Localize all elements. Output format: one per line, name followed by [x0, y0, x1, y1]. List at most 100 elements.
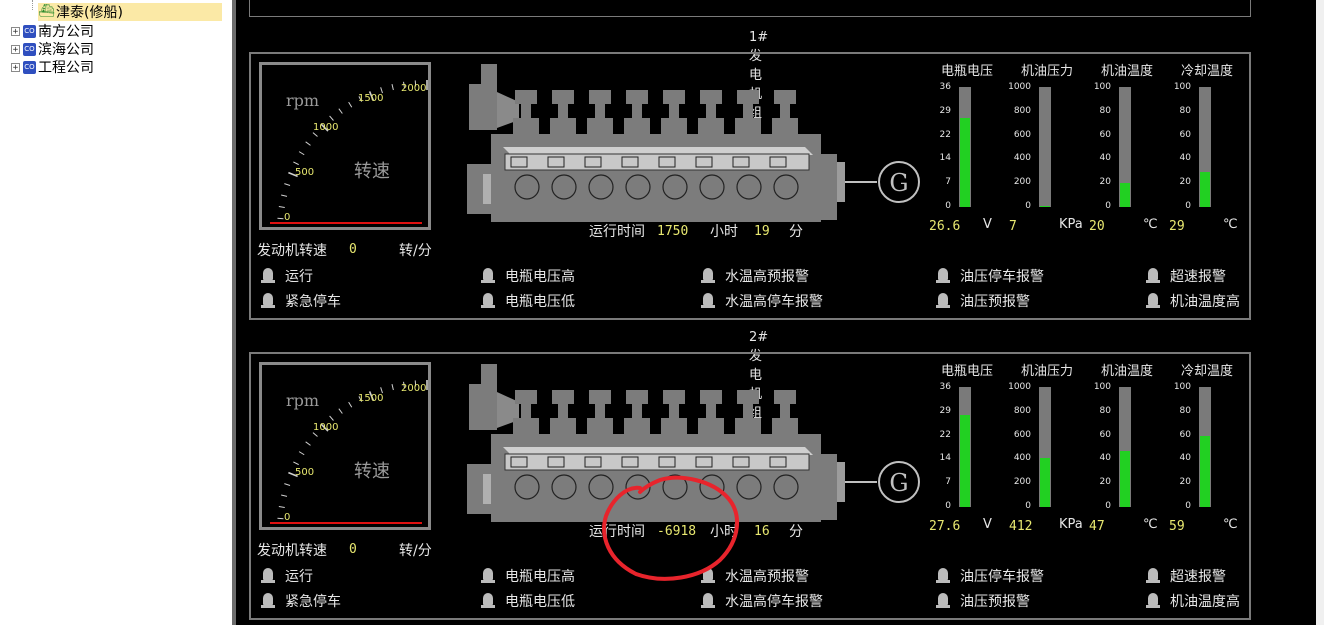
run-time-label: 运行时间	[589, 224, 645, 240]
engine-part	[837, 462, 845, 502]
gauge-tick	[278, 206, 285, 208]
speed-unit: 转/分	[399, 543, 432, 559]
tree-item-label: 南方公司	[38, 24, 94, 40]
cylinder-head	[698, 118, 724, 134]
rpm-gauge: rpm 转速 0 500 1000 1500 2000	[259, 362, 431, 530]
scale-label: 80	[1099, 405, 1111, 416]
hours-label: 小时	[710, 524, 738, 540]
rpm-gauge: rpm 转速 0 500 1000 1500 2000	[259, 62, 431, 230]
indicator-title: 电瓶电压	[941, 64, 994, 79]
gauge-tick	[284, 483, 291, 486]
alarm-bell-icon	[1146, 568, 1160, 584]
level-bar	[1119, 387, 1131, 507]
cylinder-head	[552, 390, 574, 404]
generator-panel: rpm 转速 0 500 1000 1500 2000 G 发动机转速 0 转/…	[249, 352, 1251, 620]
alarm-indicator: 紧急停车	[261, 591, 341, 611]
alarm-bell-icon	[1146, 293, 1160, 309]
indicator-title: 机油温度	[1101, 364, 1154, 379]
alarm-bell-icon	[481, 568, 495, 584]
scrollbar[interactable]	[1316, 0, 1324, 625]
alarm-bell-icon	[261, 293, 275, 309]
expand-icon[interactable]: +	[11, 26, 20, 36]
level-fill	[1040, 206, 1050, 207]
engine-part	[821, 454, 837, 510]
gauge-tick	[312, 432, 318, 437]
level-fill	[960, 415, 970, 507]
expand-icon[interactable]: +	[11, 62, 20, 72]
alarm-indicator: 水温高停车报警	[701, 591, 823, 611]
alarm-bell-icon	[261, 593, 275, 609]
alarm-bell-icon	[701, 268, 715, 284]
splitter[interactable]	[232, 0, 236, 625]
alarm-bell-icon	[701, 293, 715, 309]
scale-label: 0	[1105, 201, 1111, 211]
tick-label: 0	[284, 512, 291, 523]
alarm-bell-icon	[481, 293, 495, 309]
indicator-value: 29	[1169, 219, 1185, 234]
engine-part	[469, 84, 497, 130]
ship-icon: ⛴	[38, 4, 55, 19]
rpm-label: rpm	[286, 91, 320, 110]
hours-label: 小时	[710, 224, 738, 240]
tick-label: 2000	[401, 383, 427, 394]
alarm-indicator: 紧急停车	[261, 291, 341, 311]
scale-label: 100	[1173, 382, 1191, 392]
scale-label: 14	[939, 153, 951, 164]
scale-label: 80	[1179, 405, 1191, 416]
alarm-label: 水温高预报警	[725, 569, 809, 585]
cylinder-head	[632, 404, 642, 418]
scale-label: 40	[1179, 153, 1191, 164]
alarm-label: 紧急停车	[285, 294, 341, 310]
scale-label: 40	[1099, 153, 1111, 164]
cylinder-head	[513, 418, 539, 434]
indicator-unit: V	[983, 217, 992, 232]
generator-panel: rpm 转速 0 500 1000 1500 2000 G 发动机转速 0 转/…	[249, 52, 1251, 320]
alarm-indicator: 电瓶电压低	[481, 591, 575, 611]
scale-label: 100	[1173, 82, 1191, 92]
company-icon: CO	[23, 42, 36, 56]
scale-label: 600	[1013, 129, 1031, 140]
cylinder-head	[780, 104, 790, 118]
cylinder-head	[735, 118, 761, 134]
expand-icon[interactable]: +	[11, 44, 20, 54]
run-hours-value: -6918	[657, 524, 697, 539]
alarm-indicator: 机油温度高	[1146, 591, 1240, 611]
alarm-bell-icon	[261, 268, 275, 284]
tree-item-gongcheng[interactable]: + CO 工程公司	[11, 58, 94, 76]
scale-label: 200	[1013, 477, 1031, 488]
tree-item-nanfang[interactable]: + CO 南方公司	[11, 22, 94, 40]
scale-label: 7	[945, 177, 951, 188]
alarm-indicator: 运行	[261, 266, 313, 286]
engine-part	[481, 364, 497, 384]
cylinder-head	[661, 118, 687, 134]
level-fill	[1200, 436, 1210, 507]
scale-label: 0	[1025, 501, 1031, 511]
alarm-bell-icon	[936, 293, 950, 309]
scale-label: 20	[1179, 177, 1191, 188]
cylinder-head	[774, 390, 796, 404]
alarm-bell-icon	[701, 568, 715, 584]
tree-item-label: 滨海公司	[38, 42, 94, 58]
gauge-tick	[329, 415, 334, 421]
indicator-title: 机油压力	[1021, 364, 1074, 379]
cylinder-head	[624, 118, 650, 134]
cylinder-head	[587, 418, 613, 434]
tree-item-jintai[interactable]: ⛴ 津泰(修船)	[38, 3, 222, 21]
gauge-tick	[348, 401, 353, 408]
engine-part	[469, 384, 497, 430]
scale-label: 20	[1099, 177, 1111, 188]
cylinder-head	[550, 418, 576, 434]
cylinder-head	[558, 404, 568, 418]
alarm-bell-icon	[701, 593, 715, 609]
cylinder-head	[663, 390, 685, 404]
level-bar	[1039, 87, 1051, 207]
alarm-label: 水温高停车报警	[725, 594, 823, 610]
tree-item-binhai[interactable]: + CO 滨海公司	[11, 40, 94, 58]
alarm-label: 油压停车报警	[960, 569, 1044, 585]
cylinder-head	[737, 390, 759, 404]
alarm-indicator: 水温高预报警	[701, 266, 809, 286]
gauge-tick	[338, 108, 343, 114]
engine-speed-value: 0	[349, 542, 357, 557]
scale-label: 40	[1099, 453, 1111, 464]
indicator-value: 27.6	[929, 519, 961, 534]
